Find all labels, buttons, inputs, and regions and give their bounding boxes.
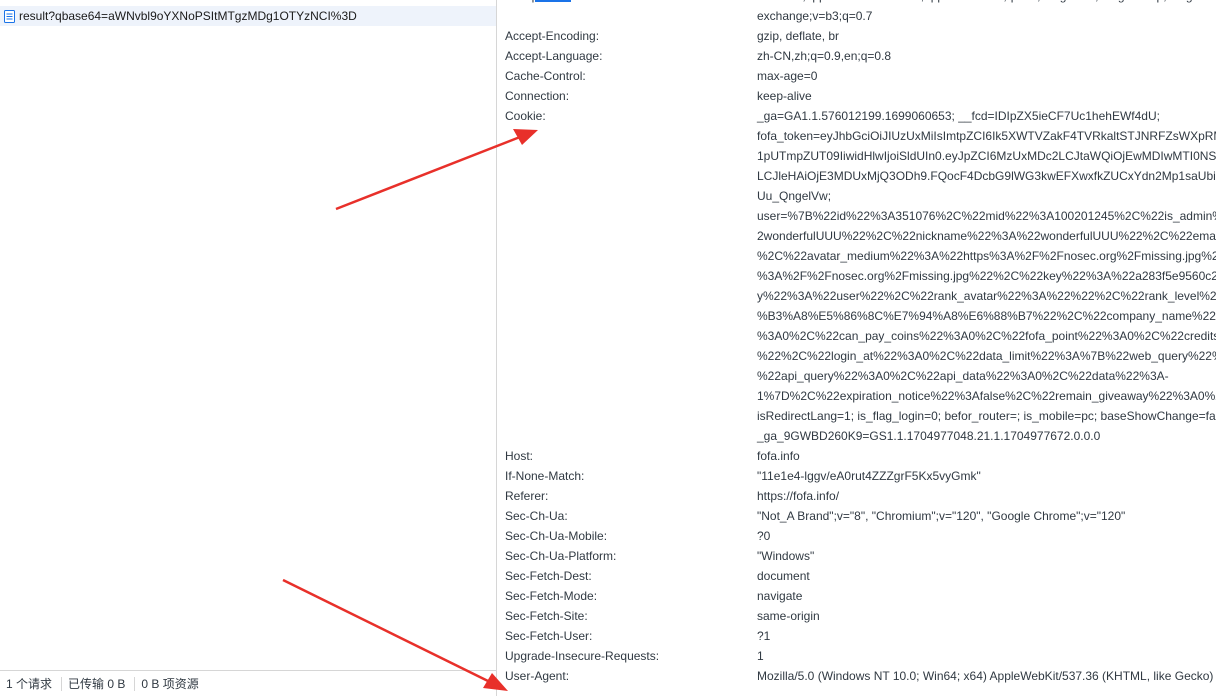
header-value: "Not_A Brand";v="8", "Chromium";v="120",… [757, 506, 1216, 526]
header-row: Accept-Language: zh-CN,zh;q=0.9,en;q=0.8 [505, 46, 1216, 66]
header-name: Sec-Ch-Ua-Platform: [505, 549, 617, 563]
request-name: result?qbase64=aWNvbl9oYXNoPSItMTgzMDg1O… [19, 9, 357, 23]
header-value-line: max-age=0 [757, 69, 818, 83]
header-value-line: Uu_QngelVw; [757, 189, 832, 203]
header-value-line: "11e1e4-lggv/eA0rut4ZZZgrF5Kx5vyGmk" [757, 469, 981, 483]
request-list-pane: result?qbase64=aWNvbl9oYXNoPSItMTgzMDg1O… [0, 0, 497, 696]
header-value-line: fofa.info [757, 449, 800, 463]
header-value-line: _ga=GA1.1.576012199.1699060653; __fcd=ID… [757, 109, 1160, 123]
header-value: _ga=GA1.1.576012199.1699060653; __fcd=ID… [757, 106, 1216, 446]
header-value: keep-alive [757, 86, 1216, 106]
header-name: Referer: [505, 489, 549, 503]
header-value-line: exchange;v=b3;q=0.7 [757, 9, 873, 23]
header-value-line: zh-CN,zh;q=0.9,en;q=0.8 [757, 49, 892, 63]
request-headers-list: Accept:text/html,application/xhtml+xml,a… [505, 0, 1216, 686]
header-value-line: "Windows" [757, 549, 815, 563]
header-row: Cookie: _ga=GA1.1.576012199.1699060653; _… [505, 106, 1216, 446]
header-value: ?1 [757, 626, 1216, 646]
header-value: gzip, deflate, br [757, 26, 1216, 46]
header-value-line: 2wonderfulUUU%22%2C%22nickname%22%3A%22w… [757, 229, 1216, 243]
header-row: Host: fofa.info [505, 446, 1216, 466]
header-value-line: same-origin [757, 609, 820, 623]
header-value-line: %2C%22avatar_medium%22%3A%22https%3A%2F%… [757, 249, 1216, 263]
header-value-line: _ga_9GWBD260K9=GS1.1.1704977048.21.1.170… [757, 429, 1101, 443]
header-name: Cache-Control: [505, 69, 586, 83]
header-value: Mozilla/5.0 (Windows NT 10.0; Win64; x64… [757, 666, 1216, 686]
document-icon [4, 9, 15, 23]
header-name: Sec-Fetch-User: [505, 629, 593, 643]
header-row: Referer: https://fofa.info/ [505, 486, 1216, 506]
header-name: Accept-Encoding: [505, 29, 600, 43]
header-name: If-None-Match: [505, 469, 585, 483]
header-value: text/html,application/xhtml+xml,applicat… [757, 0, 1216, 26]
header-value: max-age=0 [757, 66, 1216, 86]
header-row: Sec-Fetch-Site: same-origin [505, 606, 1216, 626]
header-name: Accept: [505, 0, 757, 26]
header-value: https://fofa.info/ [757, 486, 1216, 506]
header-row: Sec-Fetch-User: ?1 [505, 626, 1216, 646]
header-value: navigate [757, 586, 1216, 606]
header-row: Sec-Ch-Ua: "Not_A Brand";v="8", "Chromium… [505, 506, 1216, 526]
header-name: Accept-Language: [505, 49, 603, 63]
header-row: Connection: keep-alive [505, 86, 1216, 106]
header-name: Sec-Ch-Ua-Mobile: [505, 529, 608, 543]
header-row: Cache-Control: max-age=0 [505, 66, 1216, 86]
header-row: Sec-Ch-Ua-Platform: "Windows" [505, 546, 1216, 566]
status-transferred: 已传输 0 B [62, 677, 136, 691]
header-value-line: gzip, deflate, br [757, 29, 840, 43]
header-value-line: user=%7B%22id%22%3A351076%2C%22mid%22%3A… [757, 209, 1216, 223]
header-value-line: 1 [757, 649, 764, 663]
header-row: If-None-Match: "11e1e4-lggv/eA0rut4ZZZgrF… [505, 466, 1216, 486]
header-value-line: 1%7D%2C%22expiration_notice%22%3Afalse%2… [757, 389, 1216, 403]
header-value: "11e1e4-lggv/eA0rut4ZZZgrF5Kx5vyGmk" [757, 466, 1216, 486]
header-value: same-origin [757, 606, 1216, 626]
header-row: Sec-Fetch-Dest: document [505, 566, 1216, 586]
header-name: Host: [505, 449, 534, 463]
header-value-line: Mozilla/5.0 (Windows NT 10.0; Win64; x64… [757, 669, 1216, 683]
header-value-line: document [757, 569, 810, 583]
header-value-line: keep-alive [757, 89, 812, 103]
header-row: Sec-Fetch-Mode: navigate [505, 586, 1216, 606]
header-value: document [757, 566, 1216, 586]
header-name: Sec-Ch-Ua: [505, 509, 568, 523]
headers-pane: Accept:text/html,application/xhtml+xml,a… [497, 0, 1216, 696]
header-row: Accept-Encoding: gzip, deflate, br [505, 26, 1216, 46]
header-value-line: ?1 [757, 629, 771, 643]
header-value: 1 [757, 646, 1216, 666]
header-name: Connection: [505, 89, 570, 103]
header-value-line: fofa_token=eyJhbGciOiJIUzUxMiIsImtpZCI6I… [757, 129, 1216, 143]
header-value-line: LCJleHAiOjE3MDUxMjQ3ODh9.FQocF4DcbG9lWG3… [757, 169, 1216, 183]
header-value: fofa.info [757, 446, 1216, 466]
header-value-line: y%22%3A%22user%22%2C%22rank_avatar%22%3A… [757, 289, 1216, 303]
header-value-line: %B3%A8%E5%86%8C%E7%94%A8%E6%88%B7%22%2C%… [757, 309, 1216, 323]
header-value-line: https://fofa.info/ [757, 489, 840, 503]
header-value: "Windows" [757, 546, 1216, 566]
header-row: User-Agent: Mozilla/5.0 (Windows NT 10.0;… [505, 666, 1216, 686]
header-name: Upgrade-Insecure-Requests: [505, 649, 660, 663]
header-row: Upgrade-Insecure-Requests: 1 [505, 646, 1216, 666]
header-value-line: %3A0%2C%22can_pay_coins%22%3A0%2C%22fofa… [757, 329, 1216, 343]
header-name: Cookie: [505, 109, 546, 123]
header-value-line: ?0 [757, 529, 771, 543]
devtools-network-panel: result?qbase64=aWNvbl9oYXNoPSItMTgzMDg1O… [0, 0, 1216, 696]
header-value-line: %3A%2F%2Fnosec.org%2Fmissing.jpg%22%2C%2… [757, 269, 1216, 283]
header-value-line: navigate [757, 589, 803, 603]
header-value: ?0 [757, 526, 1216, 546]
status-resources: 0 B 项资源 [141, 677, 199, 691]
header-value-line: isRedirectLang=1; is_flag_login=0; befor… [757, 409, 1216, 423]
header-value-line: 1pUTmpZUT09IiwidHlwIjoiSldUIn0.eyJpZCI6M… [757, 149, 1216, 163]
status-requests: 1 个请求 [0, 677, 63, 691]
header-row: Accept:text/html,application/xhtml+xml,a… [505, 0, 1216, 26]
header-value-line: %22api_query%22%3A0%2C%22api_data%22%3A0… [757, 369, 1169, 383]
header-row: Sec-Ch-Ua-Mobile: ?0 [505, 526, 1216, 546]
status-bar: 1 个请求 已传输 0 B 0 B 项资源 [0, 670, 496, 696]
header-name: Sec-Fetch-Site: [505, 609, 588, 623]
header-name: User-Agent: [505, 669, 570, 683]
header-name: Sec-Fetch-Mode: [505, 589, 598, 603]
header-value-line: "Not_A Brand";v="8", "Chromium";v="120",… [757, 509, 1126, 523]
request-row[interactable]: result?qbase64=aWNvbl9oYXNoPSItMTgzMDg1O… [0, 6, 496, 26]
header-name: Sec-Fetch-Dest: [505, 569, 592, 583]
header-value: zh-CN,zh;q=0.9,en;q=0.8 [757, 46, 1216, 66]
header-value-line: %22%2C%22login_at%22%3A0%2C%22data_limit… [757, 349, 1216, 363]
